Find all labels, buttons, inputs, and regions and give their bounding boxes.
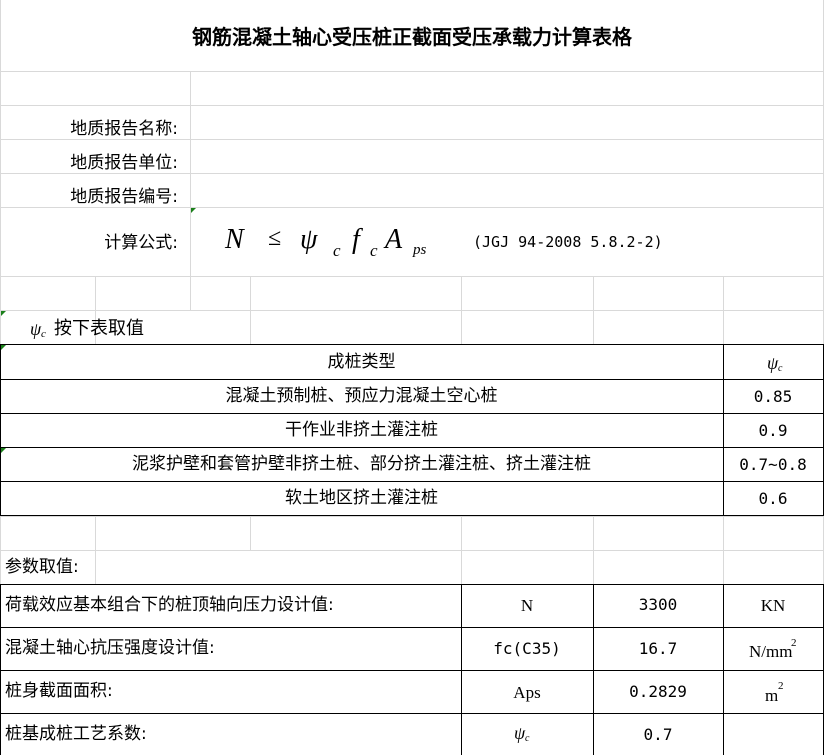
psi-intro-text: 按下表取值 bbox=[54, 318, 144, 339]
header-pile-type: 成桩类型 bbox=[327, 352, 396, 372]
param-unit-row-3-sup: 2 bbox=[778, 680, 784, 692]
param-unit-row-2-sup: 2 bbox=[791, 637, 797, 649]
pile-value-row-4: 0.6 bbox=[758, 489, 788, 508]
param-symbol-row-1: N bbox=[520, 596, 534, 615]
formula-le: ≤ bbox=[268, 225, 282, 251]
param-value-row-3: 0.2829 bbox=[629, 682, 687, 701]
formula-c1: c bbox=[333, 241, 341, 260]
param-label-row-3: 桩身截面面积: bbox=[5, 681, 113, 701]
formula-label: 计算公式: bbox=[104, 233, 178, 253]
formula-psi: ψ bbox=[300, 224, 318, 255]
param-unit-row-3: m 2 bbox=[723, 681, 823, 709]
page-title: 钢筋混凝土轴心受压桩正截面受压承载力计算表格 bbox=[192, 25, 632, 49]
report-unit-label: 地质报告单位: bbox=[70, 153, 178, 173]
param-label-row-2: 混凝土轴心抗压强度设计值: bbox=[5, 638, 215, 658]
param-unit-row-2-base: N/mm bbox=[749, 642, 793, 661]
formula-f: f bbox=[352, 224, 360, 255]
param-symbol-row-2: fc(C35) bbox=[493, 639, 561, 658]
formula-c2: c bbox=[370, 241, 378, 260]
header-psi: ψ c bbox=[723, 352, 823, 378]
report-number-label: 地质报告编号: bbox=[70, 187, 178, 207]
header-psi-sub: c bbox=[778, 363, 783, 374]
cell-marker bbox=[191, 208, 196, 213]
param-label-row-4: 桩基成桩工艺系数: bbox=[5, 724, 147, 744]
header-psi-symbol: ψ bbox=[767, 353, 779, 373]
param-symbol-row-4: ψ c bbox=[461, 722, 593, 750]
param-value-row-2: 16.7 bbox=[638, 639, 678, 658]
pile-value-row-1: 0.85 bbox=[753, 387, 793, 406]
formula-reference: (JGJ 94-2008 5.8.2-2) bbox=[473, 233, 663, 251]
param-symbol-row-4-psi: ψ bbox=[514, 723, 526, 743]
psi-symbol: ψ bbox=[30, 319, 42, 339]
params-heading: 参数取值: bbox=[5, 557, 79, 577]
report-name-label: 地质报告名称: bbox=[70, 119, 178, 139]
cell-marker bbox=[1, 448, 6, 453]
cell-marker bbox=[1, 311, 6, 316]
param-unit-row-2: N/mm 2 bbox=[723, 638, 823, 666]
param-symbol-row-3: Aps bbox=[513, 683, 541, 702]
pile-type-row-4: 软土地区挤土灌注桩 bbox=[285, 488, 438, 508]
formula-N: N bbox=[225, 224, 244, 255]
param-value-row-4: 0.7 bbox=[643, 725, 673, 744]
psi-subscript: c bbox=[41, 328, 46, 340]
cell-marker bbox=[1, 345, 6, 350]
formula-ps: ps bbox=[413, 242, 427, 258]
param-value-row-1: 3300 bbox=[638, 595, 678, 614]
param-label-row-1: 荷载效应基本组合下的桩顶轴向压力设计值: bbox=[5, 595, 334, 615]
param-symbol-row-4-sub: c bbox=[525, 733, 530, 744]
pile-value-row-2: 0.9 bbox=[758, 421, 788, 440]
formula-A: A bbox=[385, 224, 403, 255]
param-unit-row-1: KN bbox=[760, 596, 786, 615]
pile-type-row-1: 混凝土预制桩、预应力混凝土空心桩 bbox=[225, 386, 498, 406]
pile-value-row-3: 0.7~0.8 bbox=[739, 455, 807, 474]
param-unit-row-3-base: m bbox=[765, 686, 779, 705]
pile-type-row-2: 干作业非挤土灌注桩 bbox=[285, 420, 438, 440]
pile-type-row-3: 泥浆护壁和套管护壁非挤土桩、部分挤土灌注桩、挤土灌注桩 bbox=[132, 454, 591, 474]
